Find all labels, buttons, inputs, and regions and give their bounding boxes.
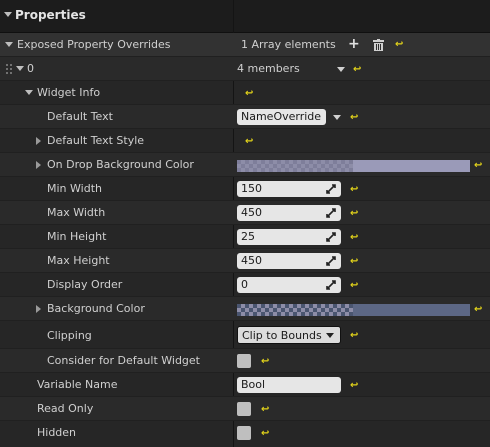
reset-to-default-icon[interactable]: ↩ [350,331,360,341]
reset-to-default-icon[interactable]: ↩ [350,185,360,195]
default-text-label: Default Text [47,110,113,123]
row-background-color: Background Color ↩ [0,297,490,321]
max-width-input[interactable]: 450 [237,205,341,221]
reset-to-default-icon[interactable]: ↩ [350,233,360,243]
read-only-label: Read Only [37,402,94,415]
reset-to-default-icon[interactable]: ↩ [350,381,360,391]
row-min-height: Min Height 25 ↩ [0,225,490,249]
chevron-down-icon[interactable] [337,67,345,72]
trash-icon[interactable] [373,39,384,51]
min-width-input[interactable]: 150 [237,181,341,197]
color-swatch-alpha[interactable] [237,160,353,172]
spin-arrows-icon[interactable] [326,280,336,290]
add-element-icon[interactable]: + [348,37,360,51]
row-clipping: Clipping Clip to Bounds ↩ [0,321,490,349]
row-display-order: Display Order 0 ↩ [0,273,490,297]
max-width-label: Max Width [47,206,106,219]
default-text-input[interactable]: NameOverride [237,109,326,125]
reset-to-default-icon[interactable]: ↩ [350,281,360,291]
variable-name-label: Variable Name [37,378,118,391]
reset-to-default-icon[interactable]: ↩ [350,209,360,219]
row-exposed-overrides: Exposed Property Overrides 1 Array eleme… [0,33,490,57]
spin-arrows-icon[interactable] [326,256,336,266]
spin-arrows-icon[interactable] [326,184,336,194]
default-text-style-label: Default Text Style [47,134,145,147]
row-max-width: Max Width 450 ↩ [0,201,490,225]
row-default-text: Default Text NameOverride ↩ [0,105,490,129]
widget-info-label: Widget Info [37,86,101,99]
array-count-text: 1 Array elements [241,38,336,51]
reset-to-default-icon[interactable]: ↩ [474,305,484,315]
min-height-input[interactable]: 25 [237,229,341,245]
panel-title: Properties [15,8,86,22]
row-min-width: Min Width 150 ↩ [0,177,490,201]
reset-to-default-icon[interactable]: ↩ [261,405,271,415]
row-variable-name: Variable Name Bool ↩ [0,373,490,397]
clipping-label: Clipping [47,329,92,342]
row-max-height: Max Height 450 ↩ [0,249,490,273]
variable-name-input[interactable]: Bool [237,377,341,393]
read-only-checkbox[interactable] [237,402,251,416]
expand-arrow-icon[interactable] [36,161,41,169]
collapse-arrow-icon[interactable] [4,12,12,17]
row-hidden: Hidden ↩ [0,421,490,447]
drag-handle-icon[interactable] [5,63,13,75]
exposed-overrides-label: Exposed Property Overrides [17,38,171,51]
expand-arrow-icon[interactable] [5,42,13,47]
reset-to-default-icon[interactable]: ↩ [261,429,271,439]
display-order-label: Display Order [47,278,123,291]
reset-to-default-icon[interactable]: ↩ [350,113,360,123]
consider-default-label: Consider for Default Widget [47,354,200,367]
min-width-label: Min Width [47,182,102,195]
reset-to-default-icon[interactable]: ↩ [245,137,255,147]
display-order-input[interactable]: 0 [237,277,341,293]
expand-arrow-icon[interactable] [36,305,41,313]
expand-arrow-icon[interactable] [25,90,33,95]
min-height-label: Min Height [47,230,107,243]
reset-to-default-icon[interactable]: ↩ [245,89,255,99]
spin-arrows-icon[interactable] [326,232,336,242]
row-element-0: 0 4 members ↩ [0,57,490,81]
reset-to-default-icon[interactable]: ↩ [261,357,271,367]
row-consider-default: Consider for Default Widget ↩ [0,349,490,373]
color-swatch[interactable] [353,304,470,316]
hidden-checkbox[interactable] [237,426,251,440]
clipping-dropdown[interactable]: Clip to Bounds [237,326,341,344]
row-widget-info: Widget Info ↩ [0,81,490,105]
expand-arrow-icon[interactable] [16,66,24,71]
hidden-label: Hidden [37,426,77,439]
chevron-down-icon [326,333,334,338]
row-default-text-style: Default Text Style ↩ [0,129,490,153]
max-height-input[interactable]: 450 [237,253,341,269]
expand-arrow-icon[interactable] [36,137,41,145]
row-read-only: Read Only ↩ [0,397,490,421]
on-drop-bg-color-label: On Drop Background Color [47,158,194,171]
background-color-label: Background Color [47,302,145,315]
panel-header: Properties [0,0,490,33]
row-on-drop-bg-color: On Drop Background Color ↩ [0,153,490,177]
reset-to-default-icon[interactable]: ↩ [353,65,363,75]
chevron-down-icon[interactable] [333,115,341,120]
max-height-label: Max Height [47,254,110,267]
reset-to-default-icon[interactable]: ↩ [350,257,360,267]
members-count-text: 4 members [237,62,300,75]
color-swatch[interactable] [353,160,470,172]
reset-to-default-icon[interactable]: ↩ [395,40,405,50]
reset-to-default-icon[interactable]: ↩ [474,161,484,171]
spin-arrows-icon[interactable] [326,208,336,218]
color-swatch-alpha[interactable] [237,304,353,316]
consider-default-checkbox[interactable] [237,354,251,368]
element-index-label: 0 [27,62,34,75]
